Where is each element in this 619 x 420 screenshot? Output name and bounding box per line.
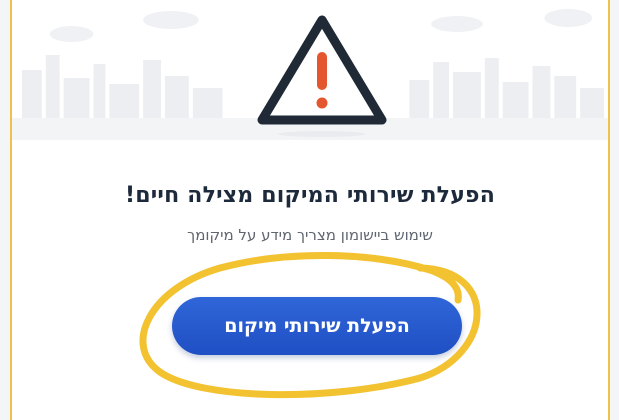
dialog-title: הפעלת שירותי המיקום מצילה חיים! xyxy=(124,183,496,208)
dialog-subtitle: שימוש ביישומון מצריך מידע על מיקומך xyxy=(187,226,433,244)
location-permission-card: הפעלת שירותי המיקום מצילה חיים! שימוש בי… xyxy=(10,0,610,420)
enable-location-services-button[interactable]: הפעלת שירותי מיקום xyxy=(172,297,462,355)
warning-triangle-icon xyxy=(257,15,387,137)
